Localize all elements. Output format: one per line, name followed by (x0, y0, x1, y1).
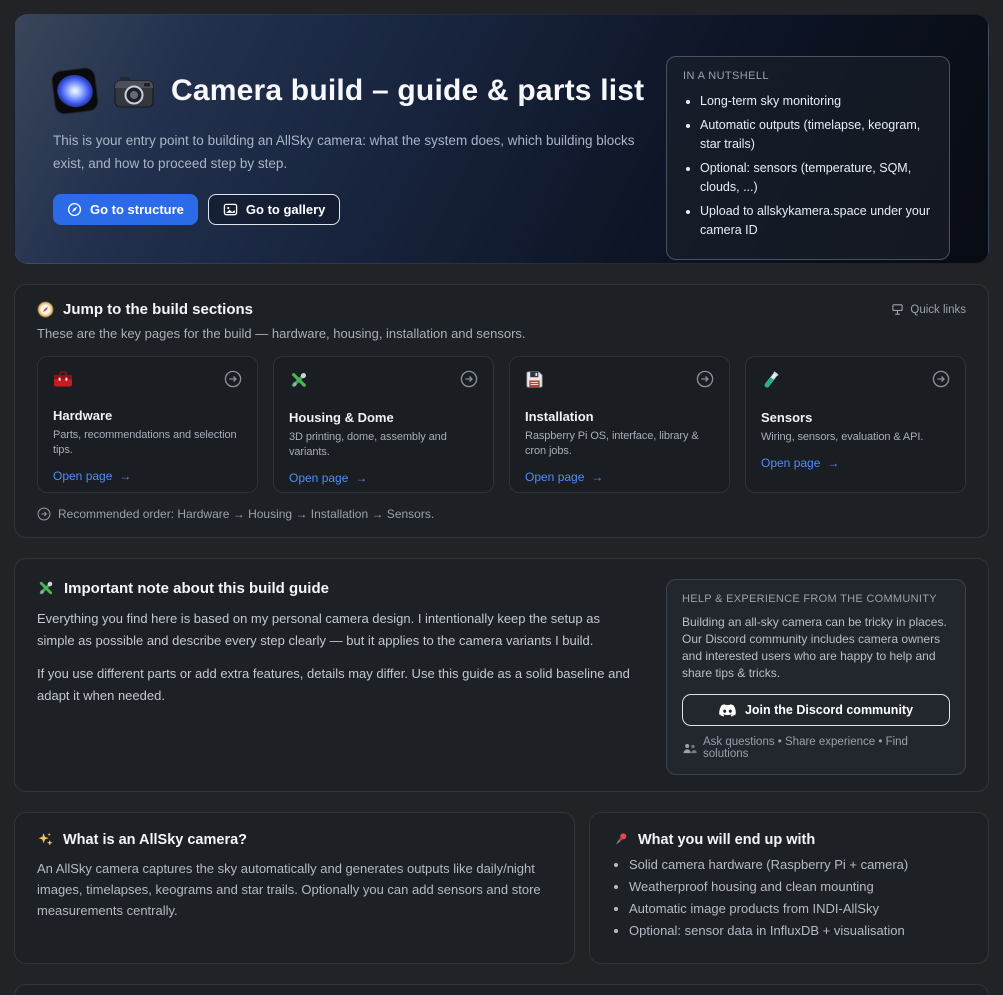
card-housing-dome[interactable]: Housing & Dome 3D printing, dome, assemb… (273, 356, 494, 493)
camera-icon (114, 75, 154, 108)
list-item: Weatherproof housing and clean mounting (629, 879, 966, 894)
go-to-gallery-button[interactable]: Go to gallery (208, 194, 340, 225)
list-item: Optional: sensor data in InfluxDB + visu… (629, 923, 966, 938)
quick-links[interactable]: Quick links (891, 303, 966, 316)
join-discord-button[interactable]: Join the Discord community (682, 694, 950, 726)
community-text: Building an all-sky camera can be tricky… (682, 614, 950, 682)
list-item: Long-term sky monitoring (700, 92, 933, 111)
go-to-structure-button[interactable]: Go to structure (53, 194, 198, 225)
arrow-circle-icon (224, 370, 242, 388)
list-item: Automatic image products from INDI-AllSk… (629, 901, 966, 916)
arrow-icon: → (355, 471, 367, 485)
pushpin-icon (612, 831, 629, 848)
list-item: Optional: sensors (temperature, SQM, clo… (700, 159, 933, 197)
card-sensors[interactable]: Sensors Wiring, sensors, evaluation & AP… (745, 356, 966, 493)
compass-section-icon (37, 301, 54, 318)
section-title: Important note about this build guide (64, 580, 329, 597)
community-box: HELP & EXPERIENCE FROM THE COMMUNITY Bui… (666, 579, 966, 775)
note-paragraph: If you use different parts or add extra … (37, 663, 640, 707)
card-title: Sensors (761, 410, 950, 425)
nutshell-box: IN A NUTSHELL Long-term sky monitoring A… (666, 56, 950, 260)
hero-description: This is your entry point to building an … (53, 129, 663, 175)
card-hardware[interactable]: Hardware Parts, recommendations and sele… (37, 356, 258, 493)
galaxy-icon (50, 66, 99, 115)
section-title: What is an AllSky camera? (63, 832, 247, 848)
arrow-circle-icon (460, 370, 478, 388)
open-page-link[interactable]: Open page → (761, 456, 950, 470)
page: Camera build – guide & parts list This i… (0, 0, 1003, 995)
section-subtitle: These are the key pages for the build — … (37, 326, 966, 341)
list-item: Automatic outputs (timelapse, keogram, s… (700, 116, 933, 154)
community-footer-text: Ask questions • Share experience • Find … (703, 736, 950, 760)
support-panel: ♥ Support the project Building, document… (14, 984, 989, 995)
card-description: 3D printing, dome, assembly and variants… (289, 430, 478, 460)
sparkles-icon (37, 831, 54, 848)
community-label: HELP & EXPERIENCE FROM THE COMMUNITY (682, 593, 950, 605)
arrow-circle-icon (696, 370, 714, 388)
card-title: Housing & Dome (289, 410, 478, 425)
arrow-icon: → (591, 470, 603, 484)
arrow-circle-icon (37, 507, 51, 521)
note-paragraph: Everything you find here is based on my … (37, 608, 640, 652)
end-up-list: Solid camera hardware (Raspberry Pi + ca… (612, 857, 966, 938)
compass-icon (67, 202, 82, 217)
end-up-with-panel: What you will end up with Solid camera h… (589, 812, 989, 964)
what-is-allsky-panel: What is an AllSky camera? An AllSky came… (14, 812, 575, 964)
tools-icon (289, 370, 309, 390)
arrow-icon: → (119, 469, 131, 483)
card-description: Parts, recommendations and selection tip… (53, 428, 242, 458)
about-text: An AllSky camera captures the sky automa… (37, 858, 552, 921)
card-description: Raspberry Pi OS, interface, library & cr… (525, 429, 714, 459)
arrow-icon: → (827, 456, 839, 470)
card-installation[interactable]: Installation Raspberry Pi OS, interface,… (509, 356, 730, 493)
section-title: What you will end up with (638, 832, 815, 848)
card-title: Installation (525, 409, 714, 424)
important-note-panel: Important note about this build guide Ev… (14, 558, 989, 792)
page-title: Camera build – guide & parts list (171, 74, 644, 108)
open-page-link[interactable]: Open page → (53, 469, 242, 483)
list-item: Upload to allskykamera.space under your … (700, 202, 933, 240)
card-description: Wiring, sensors, evaluation & API. (761, 430, 950, 445)
test-tube-icon (761, 370, 781, 390)
arrow-circle-icon (932, 370, 950, 388)
section-title: Jump to the build sections (63, 301, 253, 318)
tools-icon (37, 579, 55, 597)
hero-banner: Camera build – guide & parts list This i… (14, 14, 989, 264)
toolbox-icon (53, 370, 73, 388)
open-page-link[interactable]: Open page → (525, 470, 714, 484)
people-icon (682, 743, 697, 754)
open-page-link[interactable]: Open page → (289, 471, 478, 485)
discord-icon (719, 704, 736, 717)
recommended-order-text: Recommended order: Hardware → Housing → … (58, 507, 434, 521)
quick-links-icon (891, 303, 904, 316)
build-sections-panel: Jump to the build sections Quick links T… (14, 284, 989, 538)
card-title: Hardware (53, 408, 242, 423)
floppy-disk-icon (525, 370, 544, 389)
nutshell-list: Long-term sky monitoring Automatic outpu… (683, 92, 933, 240)
gallery-icon (223, 202, 238, 217)
list-item: Solid camera hardware (Raspberry Pi + ca… (629, 857, 966, 872)
nutshell-label: IN A NUTSHELL (683, 70, 933, 82)
